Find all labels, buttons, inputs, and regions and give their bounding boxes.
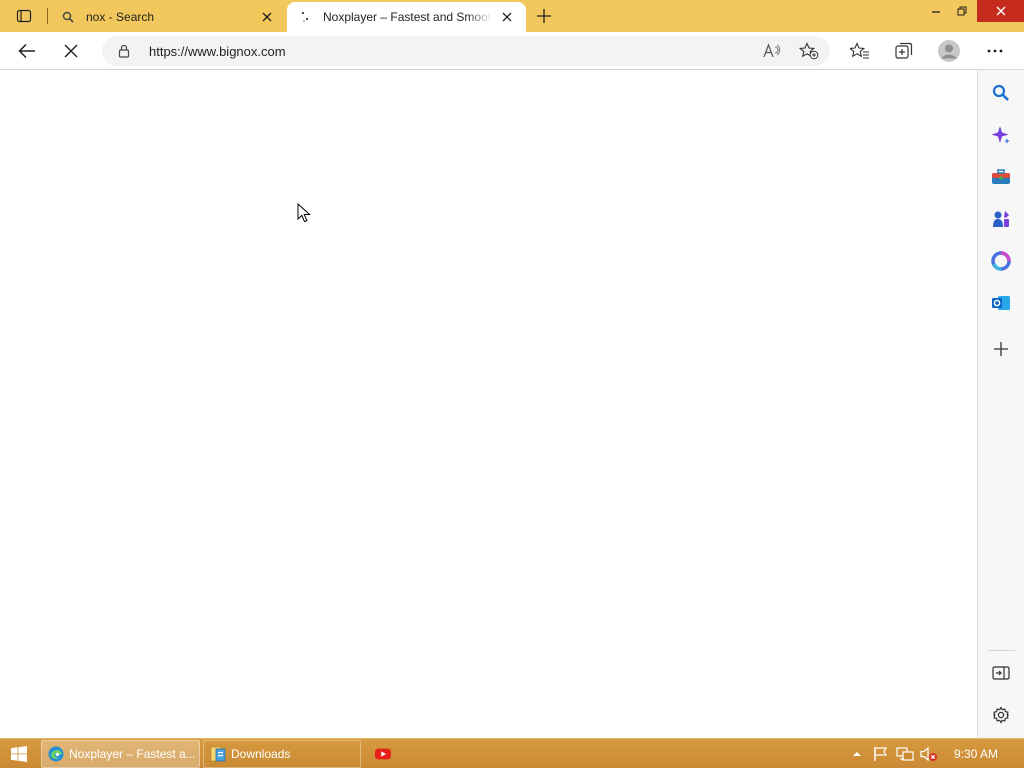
tab-title: nox - Search <box>86 10 155 24</box>
office-icon <box>991 251 1011 271</box>
search-icon <box>60 9 76 25</box>
back-arrow-icon <box>18 43 35 59</box>
volume-muted-icon[interactable] <box>920 745 938 763</box>
add-icon <box>994 342 1008 356</box>
network-icon[interactable] <box>896 745 914 763</box>
navigation-toolbar: https://www.bignox.com <box>0 32 1024 70</box>
tab-search[interactable]: nox - Search <box>50 2 286 32</box>
title-bar: nox - Search Noxplayer – Fastest and Smo… <box>0 0 1024 32</box>
games-icon <box>993 211 1009 227</box>
minimize-icon <box>932 11 940 13</box>
read-aloud-icon[interactable] <box>760 39 784 63</box>
tab-title: Noxplayer – Fastest and Smoothest Androi… <box>323 10 492 24</box>
taskbar-item-youtube[interactable] <box>368 740 404 768</box>
copilot-icon <box>991 126 1010 144</box>
avatar <box>938 40 960 62</box>
restore-button[interactable] <box>949 0 975 22</box>
tab-actions-button[interactable] <box>8 4 40 28</box>
close-tab-icon[interactable] <box>498 8 516 26</box>
favorites-button[interactable] <box>846 37 874 65</box>
stop-loading-button[interactable] <box>57 37 85 65</box>
taskbar-clock[interactable]: 9:30 AM <box>954 747 998 761</box>
folder-icon <box>210 746 226 762</box>
more-icon <box>987 49 1003 53</box>
search-icon <box>992 84 1009 101</box>
show-hidden-icons-icon[interactable] <box>848 745 866 763</box>
youtube-icon <box>375 746 391 762</box>
sidebar-copilot-button[interactable] <box>989 123 1013 147</box>
settings-icon <box>993 706 1009 724</box>
sidebar-hide-button[interactable] <box>989 661 1013 685</box>
restore-icon <box>957 6 967 16</box>
stop-icon <box>64 44 78 58</box>
address-bar[interactable]: https://www.bignox.com <box>102 36 830 66</box>
sidebar <box>977 70 1024 738</box>
edge-icon <box>48 746 64 762</box>
sidebar-office-button[interactable] <box>989 249 1013 273</box>
taskbar: Noxplayer – Fastest a... Downloads 9:30 … <box>0 738 1024 768</box>
tab-separator <box>47 8 48 24</box>
mouse-cursor-icon <box>297 203 311 223</box>
add-favorite-icon[interactable] <box>797 39 821 63</box>
new-tab-button[interactable] <box>532 4 556 28</box>
sidebar-add-button[interactable] <box>989 337 1013 361</box>
settings-and-more-button[interactable] <box>981 37 1009 65</box>
taskbar-item-label: Downloads <box>231 747 291 761</box>
tab-actions-icon <box>16 9 32 23</box>
close-tab-icon[interactable] <box>258 8 276 26</box>
minimize-button[interactable] <box>923 0 949 22</box>
taskbar-item-label: Noxplayer – Fastest a... <box>69 747 196 761</box>
tools-icon <box>992 169 1010 184</box>
profile-button[interactable] <box>935 37 963 65</box>
lock-icon[interactable] <box>116 43 132 59</box>
sidebar-search-button[interactable] <box>989 81 1013 105</box>
windows-logo-icon <box>11 746 27 762</box>
back-button[interactable] <box>13 37 41 65</box>
sidebar-divider <box>988 650 1015 651</box>
window-close-button[interactable] <box>977 0 1024 22</box>
sidebar-games-button[interactable] <box>989 207 1013 231</box>
hide-sidebar-icon <box>992 666 1010 680</box>
sidebar-outlook-button[interactable] <box>989 291 1013 315</box>
start-button[interactable] <box>4 743 34 765</box>
tab-noxplayer[interactable]: Noxplayer – Fastest and Smoothest Androi… <box>287 2 526 32</box>
page-content[interactable] <box>0 70 977 738</box>
sidebar-tools-button[interactable] <box>989 165 1013 189</box>
favorites-icon <box>850 42 869 59</box>
action-center-flag-icon[interactable] <box>872 745 890 763</box>
collections-icon <box>895 42 913 59</box>
taskbar-item-edge[interactable]: Noxplayer – Fastest a... <box>41 740 200 768</box>
outlook-icon <box>992 296 1010 310</box>
collections-button[interactable] <box>890 37 918 65</box>
plus-icon <box>537 9 551 23</box>
url-text[interactable]: https://www.bignox.com <box>149 44 286 59</box>
taskbar-item-downloads[interactable]: Downloads <box>203 740 361 768</box>
close-icon <box>996 6 1005 16</box>
loading-icon <box>297 9 313 25</box>
sidebar-settings-button[interactable] <box>989 703 1013 727</box>
